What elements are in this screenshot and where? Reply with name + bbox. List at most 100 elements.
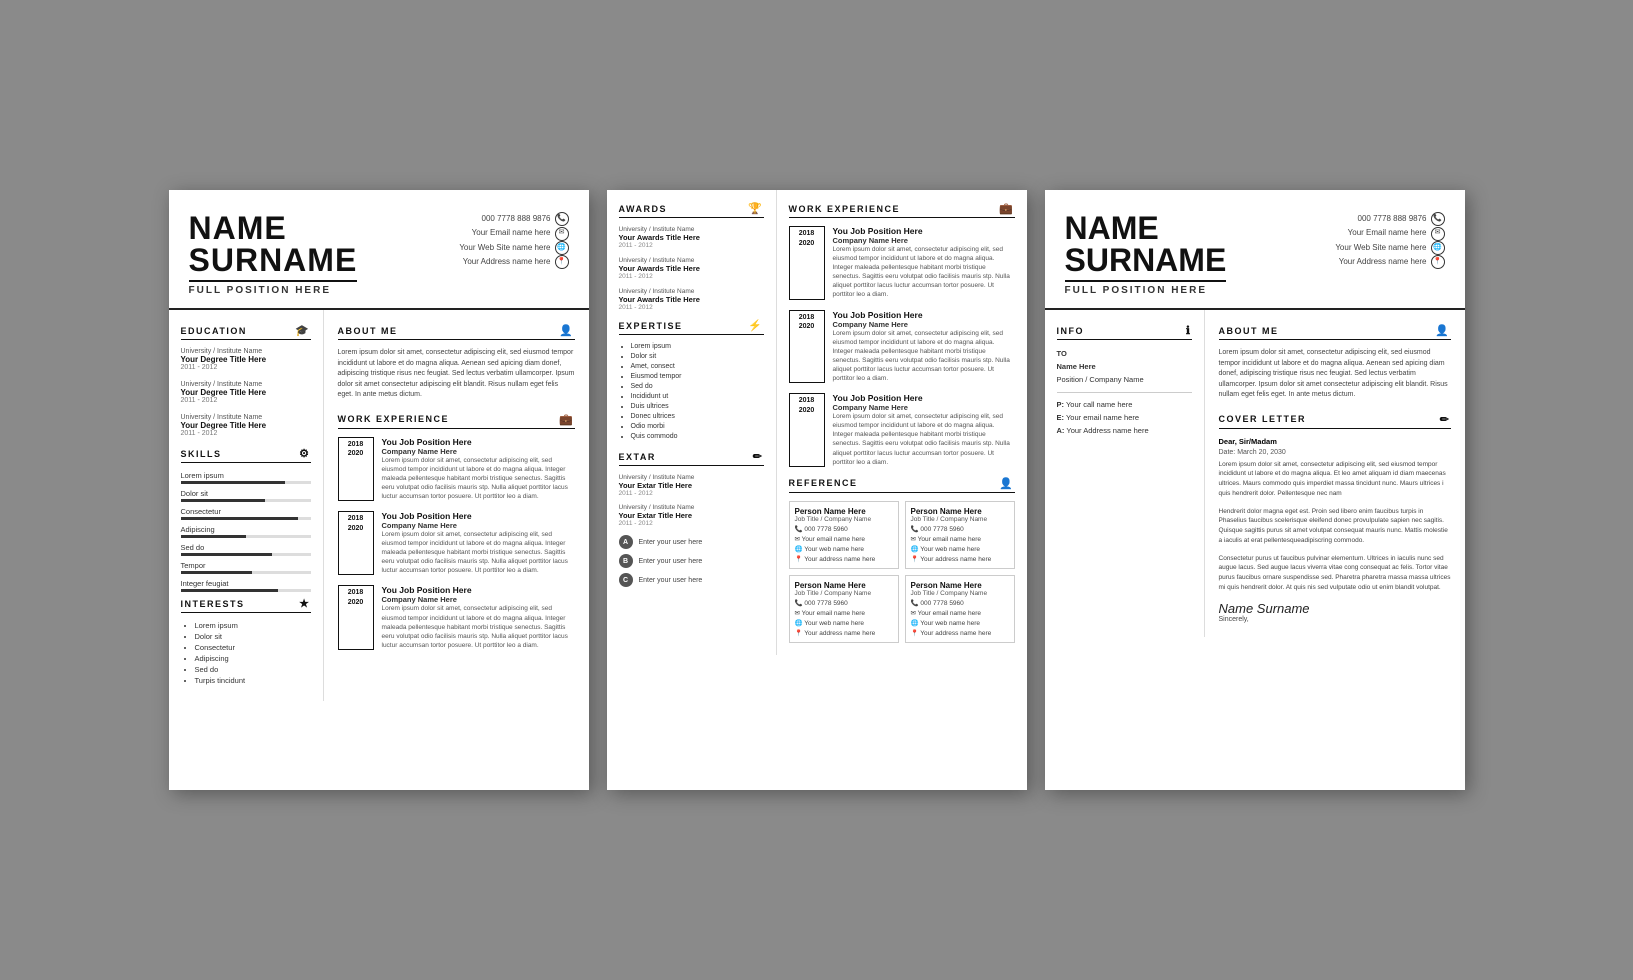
info-section-title: INFO ℹ (1057, 324, 1192, 340)
info-icon: ℹ (1186, 324, 1192, 337)
education-entry: University / Institute NameYour Degree T… (181, 414, 311, 437)
award-entry: University / Institute NameYour Awards T… (619, 226, 764, 249)
interests-icon: ★ (299, 597, 310, 610)
skill-item: Dolor sit (181, 489, 311, 502)
reference-section-title: REFERENCE 👤 (789, 477, 1015, 493)
card1-name-block: NAME SURNAME FULL POSITION HERE (189, 212, 358, 296)
reference-icon: 👤 (999, 477, 1014, 490)
about-text-3: Lorem ipsum dolor sit amet, consectetur … (1219, 348, 1451, 401)
expertise-item: Incididunt ut (631, 393, 764, 400)
expertise-item: Eiusmod tempor (631, 373, 764, 380)
work-entry: 20182020You Job Position HereCompany Nam… (338, 511, 575, 575)
about-section-title-3: ABOUT ME 👤 (1219, 324, 1451, 340)
expertise-item: Quis commodo (631, 433, 764, 440)
cover-paragraphs: Lorem ipsum dolor sit amet, consectetur … (1219, 460, 1451, 593)
work-entry: 20182020You Job Position HereCompany Nam… (338, 437, 575, 501)
web-icon-3: 🌐 (1431, 241, 1445, 255)
social-item: CEnter your user here (619, 573, 764, 587)
skills-icon: ⚙ (299, 447, 310, 460)
cover-letter-icon: ✏ (1440, 413, 1451, 426)
card3-name: NAME SURNAME (1065, 212, 1227, 276)
expertise-section-title: EXPERTISE ⚡ (619, 319, 764, 335)
expertise-item: Amet, consect (631, 363, 764, 370)
interests-list: Lorem ipsumDolor sitConsecteturAdipiscin… (181, 621, 311, 685)
card3-name-block: NAME SURNAME FULL POSITION HERE (1065, 212, 1227, 296)
card2-left-column: AWARDS 🏆 University / Institute NameYour… (607, 190, 777, 655)
skill-item: Adipiscing (181, 525, 311, 538)
signature: Name Surname (1219, 601, 1451, 616)
cover-paragraph: Consectetur purus ut faucibus pulvinar e… (1219, 554, 1451, 593)
phone-icon: 📞 (555, 212, 569, 226)
work-section-title-2: WORK EXPERIENCE 💼 (789, 202, 1015, 218)
card2-body: AWARDS 🏆 University / Institute NameYour… (607, 190, 1027, 655)
skill-item: Integer feugiat (181, 579, 311, 592)
skill-item: Lorem ipsum (181, 471, 311, 484)
social-item: BEnter your user here (619, 554, 764, 568)
cover-letter-section-title: COVER LETTER ✏ (1219, 413, 1451, 429)
cover-paragraph: Lorem ipsum dolor sit amet, consectetur … (1219, 460, 1451, 499)
card3-contact: 000 7778 888 9876📞 Your Email name here✉… (1335, 212, 1444, 270)
info-block: TO Name Here Position / Company Name P: … (1057, 348, 1192, 438)
social-item: AEnter your user here (619, 535, 764, 549)
skill-item: Tempor (181, 561, 311, 574)
award-entry: University / Institute NameYour Awards T… (619, 288, 764, 311)
phone-icon-3: 📞 (1431, 212, 1445, 226)
interest-item: Dolor sit (195, 632, 311, 641)
extar-section-title: EXTAR ✏ (619, 450, 764, 466)
skill-item: Sed do (181, 543, 311, 556)
skills-section-title: SKILLS ⚙ (181, 447, 311, 463)
expertise-item: Odio morbi (631, 423, 764, 430)
about-icon-3: 👤 (1435, 324, 1450, 337)
expertise-item: Donec ultrices (631, 413, 764, 420)
web-icon: 🌐 (555, 241, 569, 255)
extar-entry: University / Institute NameYour Extar Ti… (619, 474, 764, 497)
expertise-item: Sed do (631, 383, 764, 390)
education-entry: University / Institute NameYour Degree T… (181, 381, 311, 404)
expertise-item: Lorem ipsum (631, 343, 764, 350)
card3-header: NAME SURNAME FULL POSITION HERE 000 7778… (1045, 190, 1465, 310)
card1-body: EDUCATION 🎓 University / Institute NameY… (169, 310, 589, 701)
reference-card: Person Name HereJob Title / Company Name… (789, 575, 899, 643)
education-entries: University / Institute NameYour Degree T… (181, 348, 311, 437)
work-entry: 20182020You Job Position HereCompany Nam… (338, 585, 575, 649)
date-line: Date: March 20, 2030 (1219, 449, 1451, 456)
cover-paragraph: Hendrerit dolor magna eget est. Proin se… (1219, 507, 1451, 546)
awards-icon: 🏆 (748, 202, 763, 215)
card3-position: FULL POSITION HERE (1065, 280, 1227, 296)
about-section-title: ABOUT ME 👤 (338, 324, 575, 340)
card3-body: INFO ℹ TO Name Here Position / Company N… (1045, 310, 1465, 637)
resume-card-3: NAME SURNAME FULL POSITION HERE 000 7778… (1045, 190, 1465, 790)
expertise-list: Lorem ipsum Dolor sit Amet, consect Eiusmod… (619, 343, 764, 440)
education-entry: University / Institute NameYour Degree T… (181, 348, 311, 371)
resume-card-1: NAME SURNAME FULL POSITION HERE 000 7778… (169, 190, 589, 790)
expertise-icon: ⚡ (748, 319, 763, 332)
work-section-title: WORK EXPERIENCE 💼 (338, 413, 575, 429)
work-entry-2: 20182020You Job Position HereCompany Nam… (789, 226, 1015, 300)
email-icon-3: ✉ (1431, 227, 1445, 241)
sincerely: Sincerely, (1219, 616, 1451, 623)
award-entry: University / Institute NameYour Awards T… (619, 257, 764, 280)
location-icon: 📍 (555, 255, 569, 269)
reference-grid: Person Name HereJob Title / Company Name… (789, 501, 1015, 643)
awards-entries: University / Institute NameYour Awards T… (619, 226, 764, 311)
social-row: AEnter your user here BEnter your user he… (619, 535, 764, 587)
work-entries: 20182020You Job Position HereCompany Nam… (338, 437, 575, 650)
interest-item: Consectetur (195, 643, 311, 652)
location-icon-3: 📍 (1431, 255, 1445, 269)
extar-entry: University / Institute NameYour Extar Ti… (619, 504, 764, 527)
expertise-item: Dolor sit (631, 353, 764, 360)
work-icon-2: 💼 (999, 202, 1014, 215)
reference-card: Person Name HereJob Title / Company Name… (905, 575, 1015, 643)
card1-left-column: EDUCATION 🎓 University / Institute NameY… (169, 310, 324, 701)
about-icon: 👤 (559, 324, 574, 337)
interest-item: Adipiscing (195, 654, 311, 663)
card1-contact: 000 7778 888 9876📞 Your Email name here✉… (459, 212, 568, 270)
card1-right-column: ABOUT ME 👤 Lorem ipsum dolor sit amet, c… (324, 310, 589, 701)
email-icon: ✉ (555, 227, 569, 241)
resume-card-2: AWARDS 🏆 University / Institute NameYour… (607, 190, 1027, 790)
interests-section-title: INTERESTS ★ (181, 597, 311, 613)
card1-position: FULL POSITION HERE (189, 280, 358, 296)
work-entry-2: 20182020You Job Position HereCompany Nam… (789, 393, 1015, 467)
reference-card: Person Name HereJob Title / Company Name… (789, 501, 899, 569)
reference-card: Person Name HereJob Title / Company Name… (905, 501, 1015, 569)
